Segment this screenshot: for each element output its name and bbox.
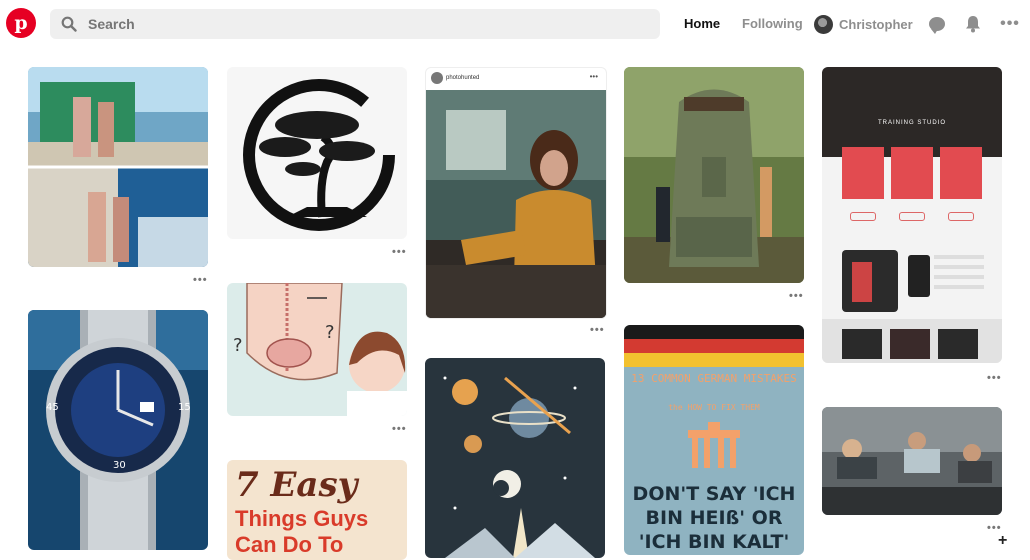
bell-icon — [966, 16, 980, 33]
notifications-icon[interactable] — [963, 14, 983, 34]
gallery-thumb — [890, 329, 930, 359]
pin-title: TRAINING STUDIO — [877, 120, 946, 126]
svg-text:?: ? — [233, 335, 243, 356]
pin-image — [28, 67, 208, 267]
pricing-button — [850, 212, 876, 221]
pricing-button — [899, 212, 925, 221]
more-options-icon[interactable]: ••• — [1000, 14, 1020, 34]
search-input[interactable] — [88, 9, 648, 39]
pin-german-mistakes[interactable]: 13 COMMON GERMAN MISTAKES the HOW TO FIX… — [624, 325, 804, 555]
pin-posture-illustration[interactable]: ? ? — [227, 283, 407, 416]
svg-text:?: ? — [325, 322, 335, 343]
user-name: Christopher — [839, 16, 913, 32]
text-line — [934, 255, 984, 259]
brandenburg-gate-icon — [688, 422, 740, 468]
text-line — [934, 285, 984, 289]
search-icon — [61, 16, 77, 32]
nav-profile[interactable]: Christopher — [814, 13, 913, 35]
pin-title: 7 Easy — [235, 465, 358, 505]
pin-image — [822, 407, 1002, 515]
gallery-thumb — [842, 329, 882, 359]
phone-mockup — [908, 255, 930, 297]
add-pin-button[interactable]: + — [998, 532, 1007, 550]
pin-training-studio-website[interactable]: TRAINING STUDIO — [822, 67, 1002, 363]
pin-more-button[interactable]: ••• — [987, 523, 1002, 534]
pin-card-more-icon[interactable]: ••• — [590, 72, 598, 81]
chat-bubble-icon — [929, 17, 945, 34]
pin-image — [426, 90, 606, 318]
pin-more-button[interactable]: ••• — [789, 291, 804, 302]
pin-fitness-class[interactable] — [822, 407, 1002, 515]
pricing-button — [948, 212, 974, 221]
flag-stripe-red — [624, 339, 804, 353]
flag-stripe-gold — [624, 353, 804, 367]
pin-green-backpack[interactable] — [624, 67, 804, 283]
pin-more-button[interactable]: ••• — [392, 424, 407, 435]
pin-user-name: photohunted — [446, 75, 480, 81]
svg-text:15: 15 — [178, 402, 191, 413]
pricing-card — [891, 147, 933, 199]
logo-letter: p — [14, 11, 28, 34]
gallery-thumb — [938, 329, 978, 359]
pin-woman-vinyl-records[interactable]: photohunted ••• — [425, 67, 607, 319]
flag-stripe-black — [624, 325, 804, 339]
athlete-image — [852, 262, 872, 302]
pin-bonsai-tree-circle[interactable] — [227, 67, 407, 239]
avatar — [814, 14, 833, 34]
pin-quote: DON'T SAY 'ICH BIN HEIß' OR 'ICH BIN KAL… — [632, 483, 796, 553]
pin-image — [624, 67, 804, 283]
pin-title: 13 COMMON GERMAN MISTAKES — [631, 372, 797, 385]
pinterest-logo-icon[interactable]: p — [6, 8, 36, 38]
nav-home[interactable]: Home — [684, 16, 720, 31]
svg-text:30: 30 — [113, 460, 126, 471]
pricing-card — [842, 147, 884, 199]
pin-more-button[interactable]: ••• — [987, 373, 1002, 384]
pin-subtitle: Things Guys Can Do To — [235, 506, 369, 557]
pin-image: 30 45 15 — [28, 310, 208, 550]
pin-more-button[interactable]: ••• — [590, 325, 605, 336]
pricing-card — [940, 147, 982, 199]
pin-user-avatar — [431, 72, 443, 84]
top-header: p Home Following Christopher ••• — [0, 0, 1030, 48]
text-line — [934, 275, 984, 279]
pin-more-button[interactable]: ••• — [193, 275, 208, 286]
pin-dive-watch[interactable]: 30 45 15 — [28, 310, 208, 550]
text-line — [934, 265, 984, 269]
pin-image: ? ? — [227, 283, 407, 416]
svg-text:45: 45 — [46, 402, 59, 413]
pin-easy-things[interactable]: 7 Easy Things Guys Can Do To — [227, 460, 407, 560]
pin-subtitle: the HOW TO FIX THEM — [668, 403, 760, 412]
ellipsis-icon: ••• — [1000, 15, 1020, 32]
pin-image — [227, 67, 407, 239]
pin-image — [425, 358, 605, 558]
pin-space-rocket-poster[interactable] — [425, 358, 605, 558]
search-bar[interactable] — [50, 9, 660, 39]
nav-following[interactable]: Following — [742, 16, 803, 31]
pin-more-button[interactable]: ••• — [392, 247, 407, 258]
pin-hero-image — [822, 67, 1002, 157]
messages-icon[interactable] — [927, 14, 947, 34]
pin-cruise-photo[interactable] — [28, 67, 208, 267]
